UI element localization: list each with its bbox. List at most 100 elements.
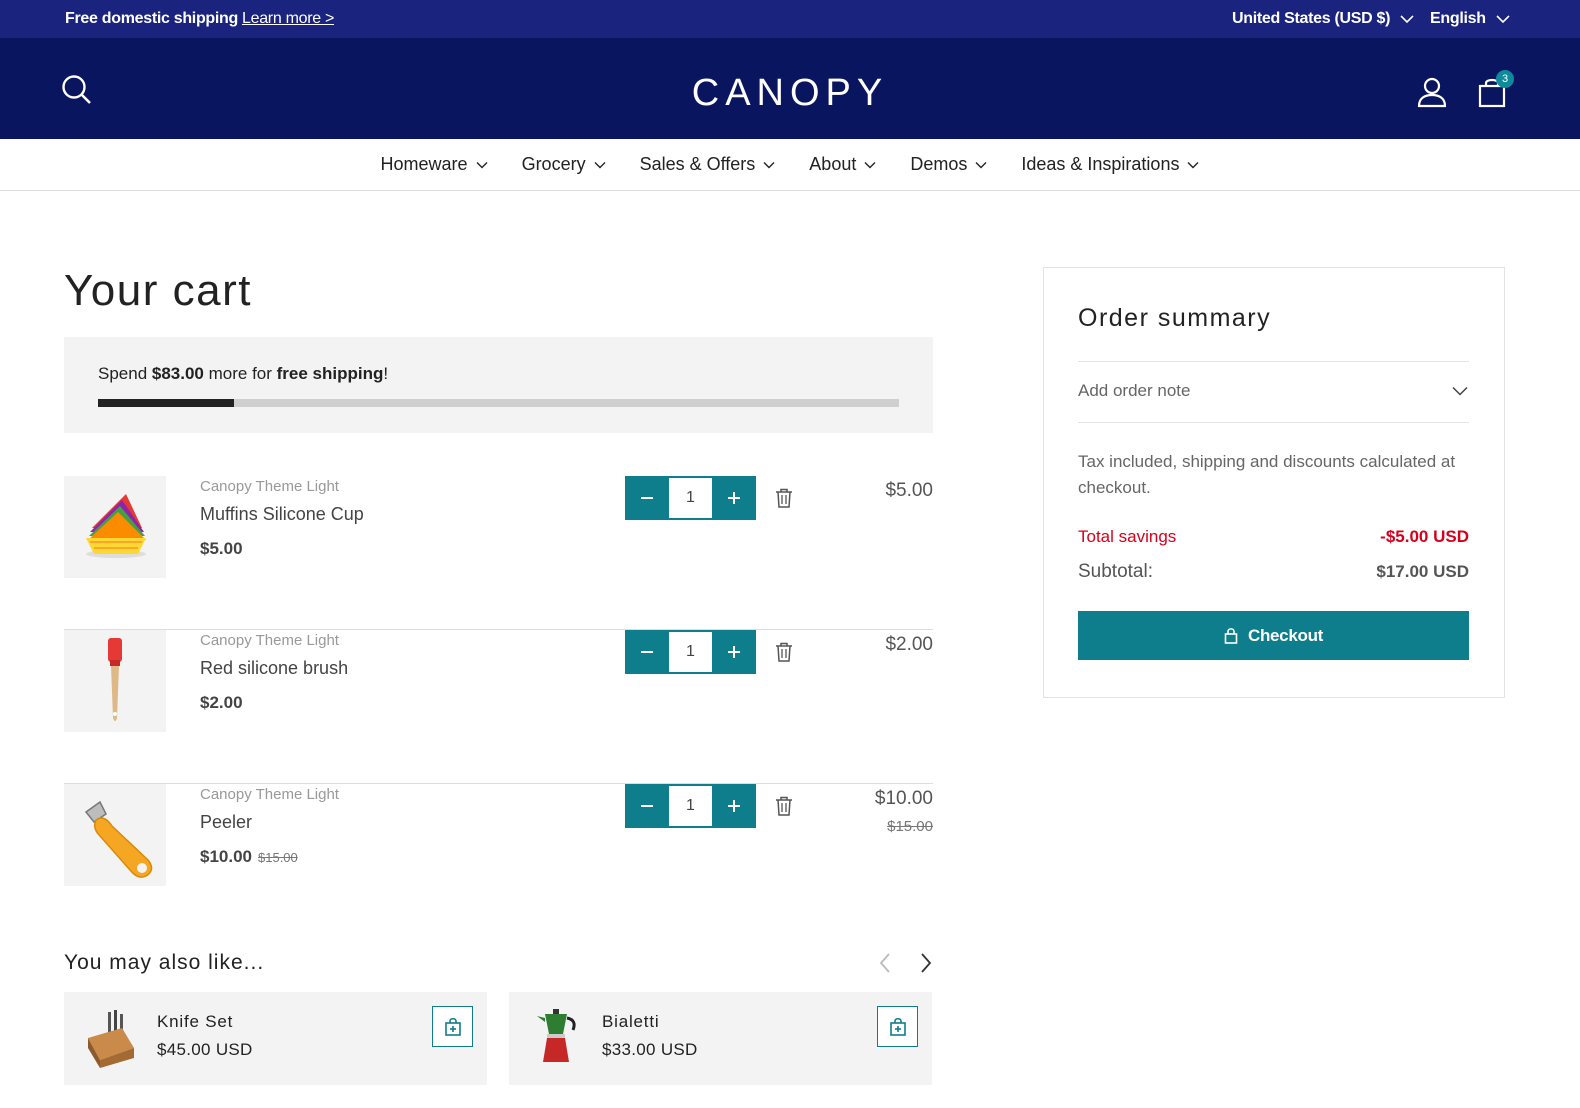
chevron-down-icon xyxy=(864,161,876,168)
product-price: $10.00 $15.00 xyxy=(200,847,298,867)
quantity-stepper: 1 xyxy=(625,476,756,520)
recommendation-name[interactable]: Knife Set xyxy=(157,1012,233,1032)
chevron-down-icon xyxy=(1400,14,1414,23)
shipping-progress-fill xyxy=(98,399,235,407)
checkout-button[interactable]: Checkout xyxy=(1078,611,1469,660)
bialetti-image xyxy=(537,1009,576,1062)
quantity-input[interactable]: 1 xyxy=(669,786,712,826)
order-summary: Order summary Add order note Tax include… xyxy=(1043,267,1505,698)
divider xyxy=(1078,361,1469,362)
cart-item: Canopy Theme Light Muffins Silicone Cup … xyxy=(64,476,933,630)
ship-bold: free shipping xyxy=(276,364,384,383)
country-label: United States (USD $) xyxy=(1232,10,1391,27)
account-icon[interactable] xyxy=(1416,76,1448,108)
site-logo[interactable]: CANOPY xyxy=(0,72,1580,115)
chevron-down-icon xyxy=(975,161,987,168)
tax-note: Tax included, shipping and discounts cal… xyxy=(1078,452,1456,497)
line-total: $10.00 xyxy=(874,788,933,809)
ship-amount: $83.00 xyxy=(151,364,204,383)
subtotal-value: $17.00 USD xyxy=(1376,562,1469,581)
plus-icon xyxy=(728,492,740,504)
shipping-progress-bar xyxy=(98,399,899,407)
product-image[interactable] xyxy=(64,630,166,732)
knife-set-image xyxy=(88,1010,134,1068)
decrease-quantity-button[interactable] xyxy=(625,630,669,674)
product-name[interactable]: Red silicone brush xyxy=(200,658,348,679)
nav-item-sales-offers[interactable]: Sales & Offers xyxy=(640,154,776,175)
quick-add-button[interactable] xyxy=(877,1006,918,1047)
decrease-quantity-button[interactable] xyxy=(625,476,669,520)
country-selector[interactable]: United States (USD $) xyxy=(1232,10,1414,28)
trash-icon[interactable] xyxy=(775,488,793,508)
product-name[interactable]: Muffins Silicone Cup xyxy=(200,504,364,525)
ship-middle: more for xyxy=(203,364,277,383)
nav-item-about[interactable]: About xyxy=(809,154,876,175)
lock-icon xyxy=(1224,628,1238,644)
product-price-value: $5.00 xyxy=(200,539,243,558)
cart-count-badge: 3 xyxy=(1496,70,1514,88)
quick-add-button[interactable] xyxy=(432,1006,473,1047)
plus-icon xyxy=(728,646,740,658)
quantity-stepper: 1 xyxy=(625,630,756,674)
nav-item-grocery[interactable]: Grocery xyxy=(522,154,606,175)
site-header: CANOPY xyxy=(0,38,1580,139)
increase-quantity-button[interactable] xyxy=(712,784,756,828)
search-icon[interactable] xyxy=(61,74,93,106)
decrease-quantity-button[interactable] xyxy=(625,784,669,828)
quantity-stepper: 1 xyxy=(625,784,756,828)
language-label: English xyxy=(1430,10,1486,27)
chevron-down-icon xyxy=(476,161,488,168)
chevron-down-icon xyxy=(1496,14,1510,23)
cart-item: Canopy Theme Light Peeler $10.00 $15.00 1… xyxy=(64,784,933,938)
recommendation-card[interactable]: Knife Set $45.00 USD xyxy=(64,992,487,1085)
nav-label: Sales & Offers xyxy=(639,154,756,174)
muffin-cups-image xyxy=(86,494,146,558)
trash-icon[interactable] xyxy=(775,642,793,662)
minus-icon xyxy=(641,651,653,653)
recommendation-name[interactable]: Bialetti xyxy=(602,1012,659,1032)
increase-quantity-button[interactable] xyxy=(712,630,756,674)
nav-label: Grocery xyxy=(521,154,586,174)
chevron-left-icon[interactable] xyxy=(878,952,892,974)
product-image[interactable] xyxy=(64,784,166,886)
announcement-text: Free domestic shipping Learn more > xyxy=(65,10,334,28)
trash-icon[interactable] xyxy=(775,796,793,816)
nav-item-homeware[interactable]: Homeware xyxy=(381,154,488,175)
product-image[interactable] xyxy=(64,476,166,578)
line-total: $5.00 xyxy=(885,480,933,501)
line-compare-total: $15.00 xyxy=(887,818,933,835)
chevron-down-icon xyxy=(1187,161,1199,168)
nav-item-ideas-inspirations[interactable]: Ideas & Inspirations xyxy=(1021,154,1199,175)
product-compare-price: $15.00 xyxy=(258,850,298,865)
nav-item-demos[interactable]: Demos xyxy=(910,154,987,175)
chevron-down-icon[interactable] xyxy=(1452,386,1468,396)
recommendations-title: You may also like... xyxy=(64,951,265,974)
plus-icon xyxy=(728,800,740,812)
quantity-input[interactable]: 1 xyxy=(669,478,712,518)
learn-more-link[interactable]: Learn more > xyxy=(242,10,334,27)
ship-suffix: ! xyxy=(383,364,389,383)
chevron-right-icon[interactable] xyxy=(919,952,933,974)
nav-label: Demos xyxy=(910,154,968,174)
product-vendor: Canopy Theme Light xyxy=(200,632,339,649)
product-price: $2.00 xyxy=(200,693,243,713)
language-selector[interactable]: English xyxy=(1430,10,1510,28)
chevron-down-icon xyxy=(594,161,606,168)
cart-item: Canopy Theme Light Red silicone brush $2… xyxy=(64,630,933,784)
subtotal-label: Subtotal: xyxy=(1078,561,1153,582)
page-title: Your cart xyxy=(64,266,252,315)
free-shipping-message: Spend $83.00 more for free shipping! xyxy=(98,364,388,384)
recommendation-card[interactable]: Bialetti $33.00 USD xyxy=(509,992,932,1085)
product-price: $5.00 xyxy=(200,539,243,559)
increase-quantity-button[interactable] xyxy=(712,476,756,520)
divider xyxy=(1078,422,1469,423)
product-price-value: $10.00 xyxy=(200,847,252,866)
main-nav: Homeware Grocery Sales & Offers About De… xyxy=(0,139,1580,191)
order-note-toggle[interactable]: Add order note xyxy=(1078,381,1190,401)
product-price-value: $2.00 xyxy=(200,693,243,712)
product-name[interactable]: Peeler xyxy=(200,812,252,833)
line-total: $2.00 xyxy=(885,634,933,655)
minus-icon xyxy=(641,497,653,499)
add-to-bag-icon xyxy=(444,1017,461,1036)
quantity-input[interactable]: 1 xyxy=(669,632,712,672)
